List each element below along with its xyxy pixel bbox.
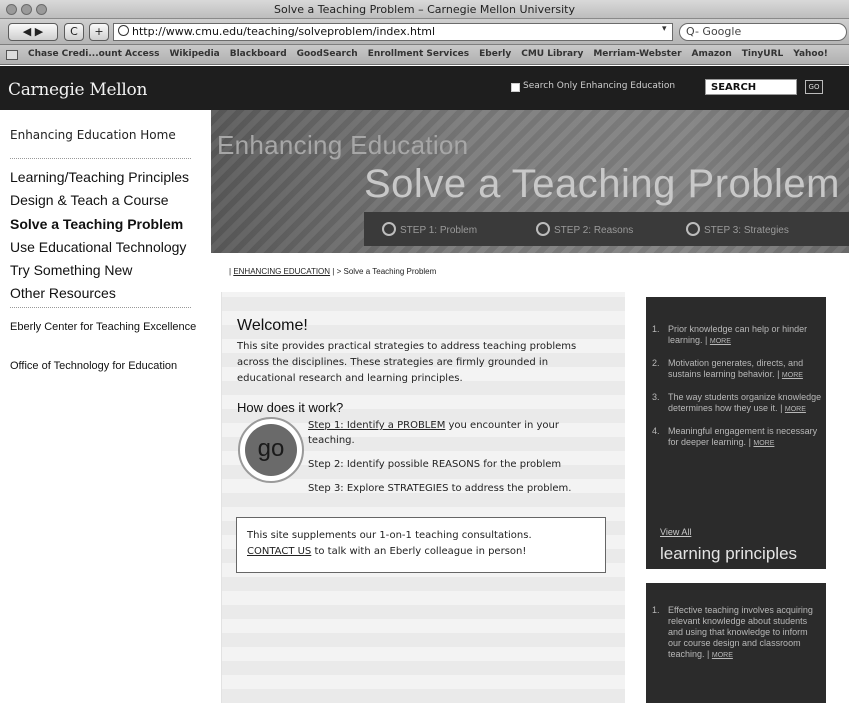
principle-number: 1. [652,324,660,334]
consultation-note: This site supplements our 1-on-1 teachin… [236,517,606,573]
divider [10,307,191,308]
teaching-item: 1. Effective teaching involves acquiring … [652,605,813,659]
note-line-2: CONTACT US to talk with an Eberly collea… [247,544,595,560]
step-3-text: Step 3: Explore STRATEGIES to address th… [308,483,572,494]
site-search-input[interactable]: SEARCH [705,79,797,95]
browser-toolbar: ◀ ▶ C + http://www.cmu.edu/teaching/solv… [0,19,849,45]
sidebar-item-try-something-new[interactable]: Try Something New [10,259,189,282]
sidebar-nav: Learning/Teaching Principles Design & Te… [10,166,189,306]
learning-principles-title[interactable]: learning principles [660,544,797,564]
browser-search-input[interactable]: Q- Google [679,23,847,41]
sidebar-home-link[interactable]: Enhancing Education Home [10,128,176,142]
circle-icon [686,222,700,236]
globe-icon [118,25,129,36]
more-link[interactable]: MORE [710,338,731,345]
step-1-label: STEP 1: Problem [400,225,478,236]
bookmark-item[interactable]: GoodSearch [297,49,358,59]
search-only-label: Search Only Enhancing Education [523,81,676,91]
more-link[interactable]: MORE [712,652,733,659]
note-rest: to talk with an Eberly colleague in pers… [311,546,527,557]
window-titlebar: Solve a Teaching Problem – Carnegie Mell… [0,0,849,19]
divider [10,158,191,159]
address-bar[interactable]: http://www.cmu.edu/teaching/solveproblem… [113,23,673,41]
address-url: http://www.cmu.edu/teaching/solveproblem… [132,25,436,38]
principle-item: 1. Prior knowledge can help or hinder lea… [652,324,808,345]
contact-us-link[interactable]: CONTACT US [247,546,311,557]
chevron-down-icon[interactable]: ▾ [662,24,667,34]
bookmark-item[interactable]: Yahoo! [793,49,828,59]
principle-text: Meaningful engagement is necessary for d… [668,426,818,447]
step-2-tab[interactable]: STEP 2: Reasons [536,222,633,236]
step-3-tab[interactable]: STEP 3: Strategies [686,222,789,236]
breadcrumb-prefix: | [229,267,232,276]
site-search-go-button[interactable]: GO [805,80,823,94]
principle-number: 3. [652,392,660,402]
sidebar-item-design-teach-course[interactable]: Design & Teach a Course [10,189,189,212]
principle-item: 4. Meaningful engagement is necessary for… [652,426,818,447]
cmu-logo[interactable]: Carnegie Mellon [8,80,147,100]
sidebar-item-solve-teaching-problem[interactable]: Solve a Teaching Problem [10,213,189,236]
steps-bar: STEP 1: Problem STEP 2: Reasons STEP 3: … [364,212,849,246]
go-button[interactable]: go [245,424,297,476]
window-title: Solve a Teaching Problem – Carnegie Mell… [274,3,575,16]
principle-item: 2. Motivation generates, directs, and sus… [652,358,804,379]
teaching-principles-box: 1. Effective teaching involves acquiring … [646,583,826,703]
bookmarks-list: Chase Credi...ount Access Wikipedia Blackb… [28,49,828,59]
breadcrumb-link-enhancing-education[interactable]: ENHANCING EDUCATION [233,267,330,276]
more-link[interactable]: MORE [785,406,806,413]
sidebar-link-office-technology[interactable]: Office of Technology for Education [10,360,200,372]
sidebar: Enhancing Education Home Learning/Teachi… [0,110,211,703]
breadcrumb: | ENHANCING EDUCATION | > Solve a Teachi… [229,267,436,276]
principle-number: 4. [652,426,660,436]
teaching-text: Effective teaching involves acquiring re… [668,605,813,659]
view-all-link[interactable]: View All [660,527,691,537]
sidebar-link-eberly[interactable]: Eberly Center for Teaching Excellence [10,321,200,333]
step-1-link[interactable]: Step 1: Identify a PROBLEM [308,420,445,431]
reload-button[interactable]: C [64,23,84,41]
banner-subtitle: Enhancing Education [217,130,469,160]
note-text: This site supplements our 1-on-1 teachin… [247,530,532,541]
principles-list: 1. Prior knowledge can help or hinder lea… [652,324,822,460]
add-bookmark-button[interactable]: + [89,23,109,41]
breadcrumb-current: | > Solve a Teaching Problem [332,267,437,276]
more-link[interactable]: MORE [782,372,803,379]
bookmark-item[interactable]: CMU Library [521,49,583,59]
bookmark-item[interactable]: Blackboard [230,49,287,59]
bookmark-item[interactable]: Merriam-Webster [593,49,681,59]
main-content: Welcome! This site provides practical st… [221,292,625,703]
step-2-text: Step 2: Identify possible REASONS for th… [308,459,562,470]
principle-text: Prior knowledge can help or hinder learn… [668,324,808,345]
intro-text: This site provides practical strategies … [237,341,577,384]
bookmark-item[interactable]: Eberly [479,49,511,59]
bookmark-item[interactable]: TinyURL [742,49,783,59]
bookmarks-bar: Chase Credi...ount Access Wikipedia Blackb… [0,45,849,65]
principle-number: 2. [652,358,660,368]
how-heading: How does it work? [237,400,344,415]
banner-title: Solve a Teaching Problem [364,162,840,206]
sidebar-item-other-resources[interactable]: Other Resources [10,282,189,305]
site-header: Carnegie Mellon Search Only Enhancing Ed… [0,66,849,110]
step-1-tab[interactable]: STEP 1: Problem [382,222,477,236]
sidebar-item-learning-teaching-principles[interactable]: Learning/Teaching Principles [10,166,189,189]
teaching-number: 1. [652,605,660,615]
search-only-checkbox[interactable] [511,83,520,92]
circle-icon [382,222,396,236]
more-link[interactable]: MORE [753,440,774,447]
bookmark-item[interactable]: Enrollment Services [368,49,469,59]
back-forward-button[interactable]: ◀ ▶ [8,23,58,41]
bookmark-item[interactable]: Chase Credi...ount Access [28,49,160,59]
bookmark-item[interactable]: Wikipedia [170,49,220,59]
circle-icon [536,222,550,236]
bookmark-item[interactable]: Amazon [692,49,732,59]
step-3-label: STEP 3: Strategies [704,225,789,236]
teaching-list: 1. Effective teaching involves acquiring … [652,605,822,672]
learning-principles-box: 1. Prior knowledge can help or hinder lea… [646,297,826,569]
sidebar-item-use-educational-technology[interactable]: Use Educational Technology [10,236,189,259]
step-1-text: Step 1: Identify a PROBLEM you encounter… [308,418,598,448]
principle-item: 3. The way students organize knowledge de… [652,392,822,413]
hero-banner: Enhancing Education Solve a Teaching Pro… [211,110,849,253]
step-2-label: STEP 2: Reasons [554,225,634,236]
bookmarks-book-icon[interactable] [6,50,18,60]
welcome-heading: Welcome! [237,317,308,334]
